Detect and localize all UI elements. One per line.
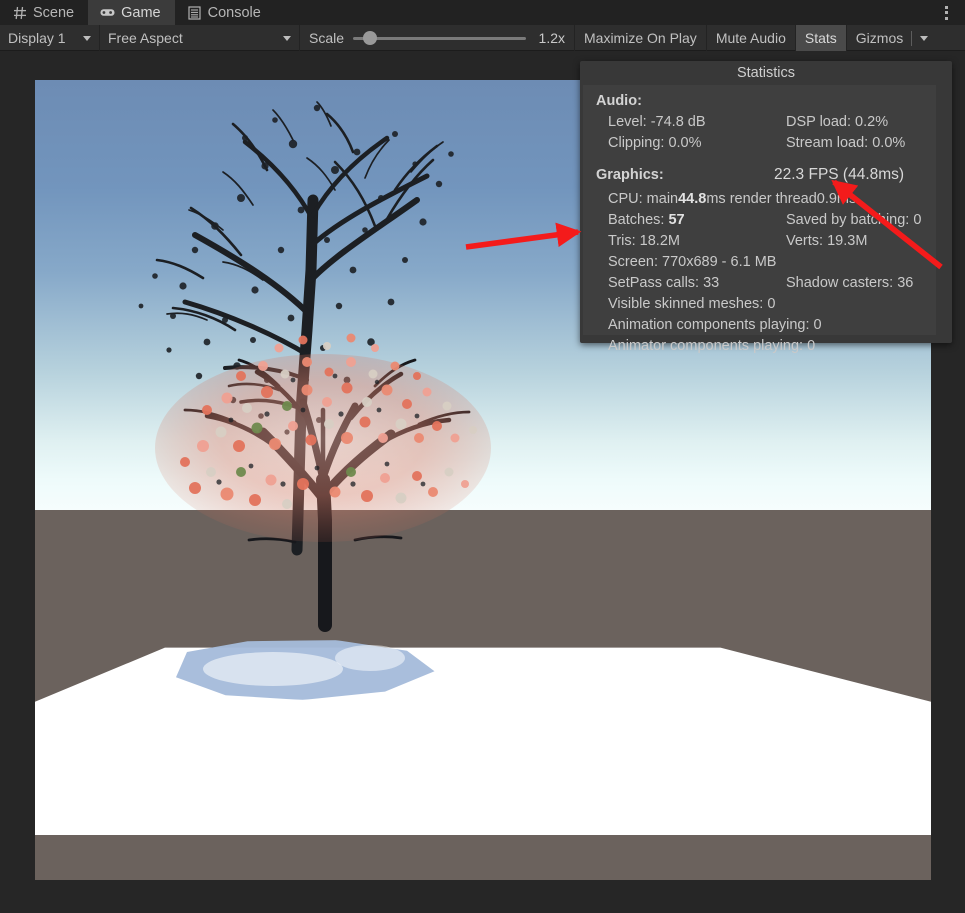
scale-slider[interactable] <box>353 31 526 45</box>
aspect-ratio-dropdown[interactable]: Free Aspect <box>100 25 300 51</box>
menu-dot <box>944 5 948 9</box>
tris-verts-row: Tris: 18.2M Verts: 19.3M <box>596 231 936 252</box>
batches-label: Batches: <box>608 212 669 228</box>
display-dropdown-label: Display 1 <box>8 30 66 46</box>
shadow-casters-value: Shadow casters: 36 <box>786 275 914 291</box>
scale-label: Scale <box>309 30 345 46</box>
display-dropdown[interactable]: Display 1 <box>0 25 100 51</box>
animator-components-row: Animator components playing: 0 <box>608 338 816 354</box>
screen-value: Screen: 770x689 - 6.1 MB <box>608 254 777 270</box>
tab-scene[interactable]: Scene <box>0 0 88 25</box>
cpu-prefix-label: CPU: main <box>608 191 679 207</box>
grid-icon <box>12 5 27 20</box>
batches-cell: Batches: 57 <box>608 210 786 231</box>
scale-slider-track <box>353 36 526 40</box>
animation-components-row: Animation components playing: 0 <box>608 317 822 333</box>
statistics-body: Audio: Level: -74.8 dB DSP load: 0.2% Cl… <box>583 85 936 354</box>
skinned-meshes-row: Visible skinned meshes: 0 <box>608 296 776 312</box>
gizmos-label: Gizmos <box>855 30 904 46</box>
screen-row: Screen: 770x689 - 6.1 MB <box>596 252 936 273</box>
graphics-section-heading-row: Graphics: 22.3 FPS (44.8ms) <box>596 154 936 187</box>
saved-by-batching-value: Saved by batching: 0 <box>786 212 922 228</box>
chevron-down-icon[interactable] <box>920 35 929 41</box>
audio-level-value: Level: -74.8 dB <box>608 114 706 130</box>
statistics-panel: Statistics Audio: Level: -74.8 dB DSP lo… <box>580 61 952 354</box>
aspect-ratio-label: Free Aspect <box>108 30 183 46</box>
audio-clipping-row: Clipping: 0.0% Stream load: 0.0% <box>596 133 936 154</box>
kebab-menu-icon[interactable] <box>935 0 957 25</box>
audio-stream-load-value: Stream load: 0.0% <box>786 135 906 151</box>
window-tab-bar: Scene Game Console <box>0 0 965 25</box>
scale-slider-knob[interactable] <box>363 31 378 45</box>
gizmos-button[interactable]: Gizmos <box>847 25 934 51</box>
audio-section-heading: Audio: <box>596 93 642 109</box>
game-view-toolbar: Display 1 Free Aspect Scale 1.2x Maximiz… <box>0 25 965 51</box>
chevron-down-icon <box>283 35 291 41</box>
cpu-render-thread-value: 0.9ms <box>816 191 857 207</box>
tab-scene-label: Scene <box>33 4 75 21</box>
scale-value: 1.2x <box>538 30 565 46</box>
tab-game-label: Game <box>121 4 161 21</box>
menu-dot <box>944 16 948 20</box>
batches-row: Batches: 57 Saved by batching: 0 <box>596 210 936 231</box>
scale-control[interactable]: Scale 1.2x <box>300 25 575 51</box>
audio-level-row: Level: -74.8 dB DSP load: 0.2% <box>596 112 936 133</box>
list-icon <box>187 5 202 20</box>
audio-clipping-value: Clipping: 0.0% <box>608 135 702 151</box>
stats-button[interactable]: Stats <box>795 25 847 51</box>
maximize-on-play-button[interactable]: Maximize On Play <box>575 25 707 51</box>
menu-dot <box>944 11 948 14</box>
divider <box>911 30 913 46</box>
tris-value: Tris: 18.2M <box>608 233 680 249</box>
fps-value: 22.3 FPS (44.8ms) <box>774 166 905 183</box>
unity-game-window: Scene Game Console Display 1 Free Aspect… <box>0 0 965 913</box>
graphics-section-heading: Graphics: <box>596 167 664 183</box>
cpu-row: CPU: main 44.8 ms render thread 0.9ms <box>596 187 936 210</box>
setpass-shadow-row: SetPass calls: 33 Shadow casters: 36 <box>596 273 936 294</box>
gamepad-icon <box>100 5 115 20</box>
cpu-mid-label: ms render thread <box>706 191 817 207</box>
statistics-title: Statistics <box>736 65 795 81</box>
tab-console-label: Console <box>207 4 261 21</box>
chevron-down-icon <box>83 35 91 41</box>
batches-value: 57 <box>668 212 685 228</box>
tab-game[interactable]: Game <box>88 0 175 25</box>
audio-dsp-load-value: DSP load: 0.2% <box>786 114 889 130</box>
setpass-calls-value: SetPass calls: 33 <box>608 275 720 291</box>
verts-value: Verts: 19.3M <box>786 233 868 249</box>
tab-console[interactable]: Console <box>175 0 275 25</box>
cpu-main-value: 44.8 <box>678 191 707 207</box>
mute-audio-button[interactable]: Mute Audio <box>707 25 796 51</box>
front-tree-blossoms <box>155 333 491 542</box>
